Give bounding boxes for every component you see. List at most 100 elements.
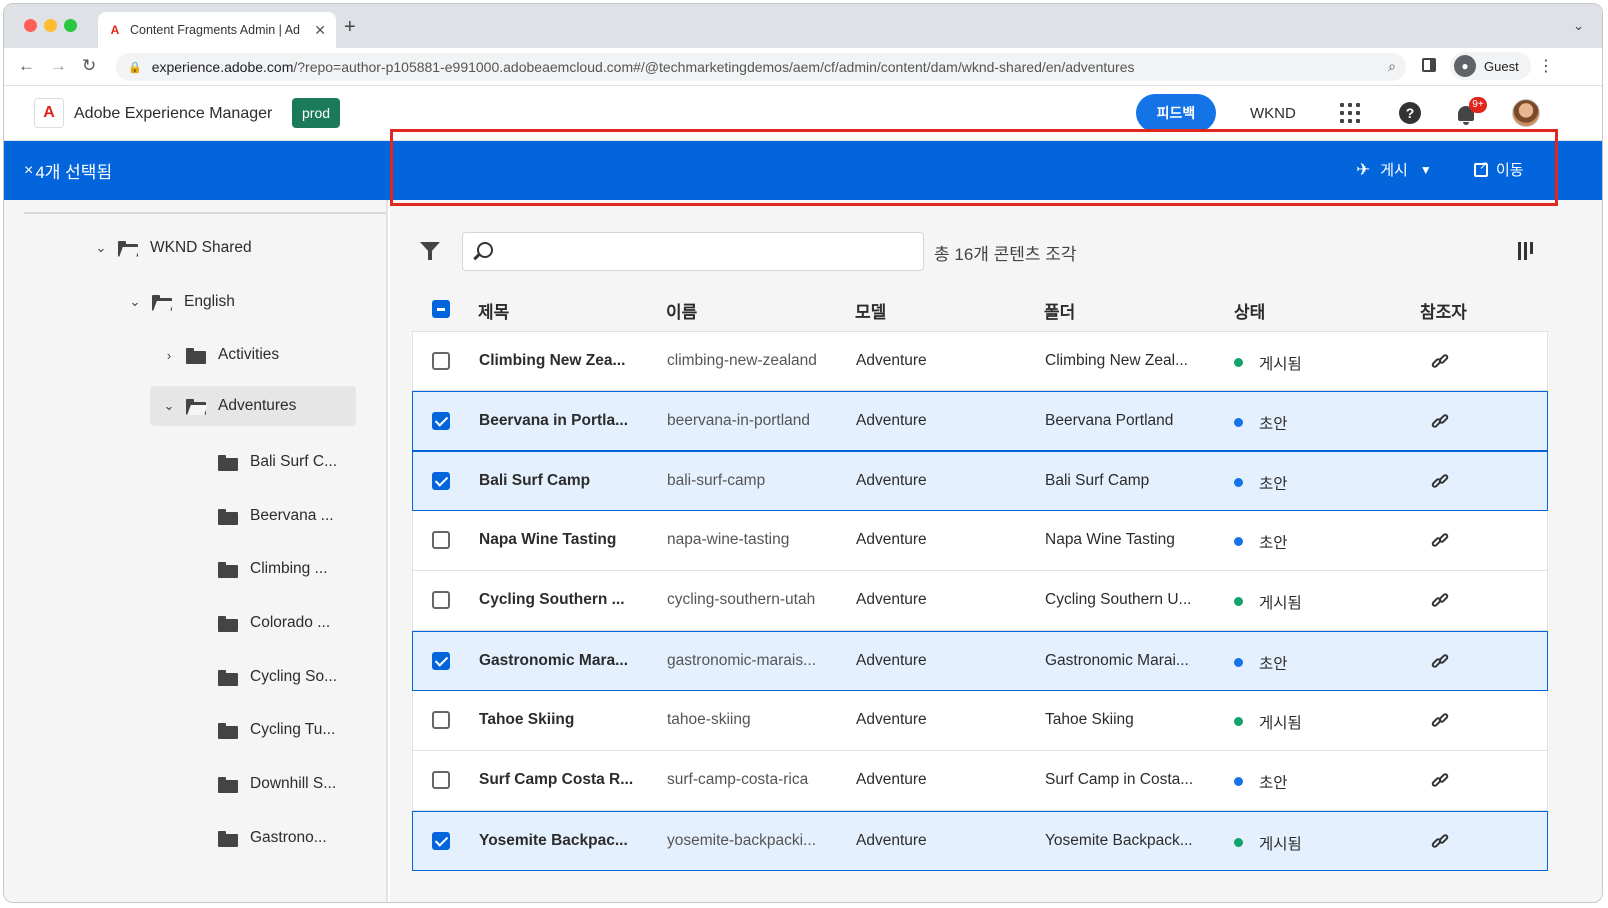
tree-item-gastronomic[interactable]: Gastrono... [218,818,327,858]
tree-item-wknd-shared[interactable]: ⌄ WKND Shared [92,228,252,268]
folder-icon [218,669,238,686]
back-arrow-icon[interactable]: ← [18,56,35,76]
publish-button[interactable]: ✈ 게시 ▼ [1356,159,1432,180]
product-name[interactable]: Adobe Experience Manager [74,105,272,123]
row-checkbox[interactable] [432,591,450,609]
references-link-icon[interactable] [1430,472,1451,492]
filter-icon[interactable] [420,240,442,262]
tab-close-icon[interactable]: ✕ [314,22,326,39]
references-link-icon[interactable] [1430,591,1451,611]
table-row[interactable]: Surf Camp Costa R... surf-camp-costa-rica… [412,751,1548,811]
new-tab-button[interactable]: + [344,16,356,39]
column-settings-icon[interactable] [1518,242,1540,262]
org-switcher[interactable]: WKND [1250,105,1296,122]
cell-folder: Cycling Southern U... [1045,591,1192,608]
selection-action-bar: × 4개 선택됨 ✈ 게시 ▼ 이동 [4,141,1602,200]
clear-selection-icon[interactable]: × [24,162,33,180]
cell-status: 초안 [1259,535,1288,552]
chevron-down-icon[interactable]: ⌄ [160,398,178,414]
cell-title[interactable]: Gastronomic Mara... [479,652,628,670]
tree-item-adventures[interactable]: ⌄ Adventures [150,386,356,426]
cell-folder: Bali Surf Camp [1045,472,1150,489]
maximize-window-button[interactable] [64,19,77,32]
column-header-name[interactable]: 이름 [666,298,697,323]
references-link-icon[interactable] [1430,531,1451,551]
column-header-status[interactable]: 상태 [1234,298,1265,323]
cell-title[interactable]: Napa Wine Tasting [479,531,616,549]
apps-grid-icon[interactable] [1340,103,1360,123]
cell-title[interactable]: Beervana in Portla... [479,412,628,430]
tree-item-bali-surf[interactable]: Bali Surf C... [218,442,337,482]
references-link-icon[interactable] [1430,832,1451,852]
move-button[interactable]: 이동 [1474,159,1524,180]
table-row[interactable]: Bali Surf Camp bali-surf-camp Adventure Bal… [412,451,1548,511]
row-checkbox[interactable] [432,472,450,490]
cell-status: 초안 [1259,416,1288,433]
cell-title[interactable]: Climbing New Zea... [479,352,625,370]
row-checkbox[interactable] [432,652,450,670]
table-row[interactable]: Yosemite Backpac... yosemite-backpacki...… [412,811,1548,871]
adobe-logo-icon[interactable]: A [34,98,64,128]
tree-item-climbing[interactable]: Climbing ... [218,549,328,589]
search-field[interactable] [462,232,924,271]
chevron-down-icon[interactable]: ⌄ [126,294,144,310]
tree-item-colorado[interactable]: Colorado ... [218,603,330,643]
cell-folder: Napa Wine Tasting [1045,531,1175,548]
browser-tab[interactable]: A Content Fragments Admin | Ad ✕ [98,12,336,48]
references-link-icon[interactable] [1430,711,1451,731]
column-header-folder[interactable]: 폴더 [1044,298,1075,323]
cell-title[interactable]: Tahoe Skiing [479,711,574,729]
references-link-icon[interactable] [1430,652,1451,672]
tree-item-cycling-southern[interactable]: Cycling So... [218,657,337,697]
tree-item-english[interactable]: ⌄ English [126,282,235,322]
reload-icon[interactable]: ↻ [82,56,96,76]
row-checkbox[interactable] [432,771,450,789]
row-checkbox[interactable] [432,352,450,370]
user-avatar[interactable] [1512,99,1540,127]
tree-item-label: Gastrono... [250,829,327,846]
cell-title[interactable]: Surf Camp Costa R... [479,771,633,789]
column-header-references[interactable]: 참조자 [1420,298,1467,323]
row-checkbox[interactable] [432,832,450,850]
references-link-icon[interactable] [1430,352,1451,372]
tab-search-chevron-icon[interactable]: ⌄ [1573,18,1584,34]
aem-header: A Adobe Experience Manager prod 피드백 WKND… [4,86,1602,141]
cell-name: tahoe-skiing [667,711,751,728]
table-row[interactable]: Cycling Southern ... cycling-southern-uta… [412,571,1548,631]
references-link-icon[interactable] [1430,771,1451,791]
table-row[interactable]: Tahoe Skiing tahoe-skiing Adventure Tahoe S… [412,691,1548,751]
cell-title[interactable]: Yosemite Backpac... [479,832,628,850]
chevron-down-icon[interactable]: ⌄ [92,240,110,256]
select-all-checkbox[interactable] [432,300,450,318]
search-input[interactable] [507,233,917,270]
tree-item-downhill[interactable]: Downhill S... [218,764,336,804]
cell-title[interactable]: Bali Surf Camp [479,472,590,490]
chevron-right-icon[interactable]: › [160,348,178,363]
tree-item-activities[interactable]: › Activities [160,335,279,375]
column-header-title[interactable]: 제목 [478,298,509,323]
table-row[interactable]: Climbing New Zea... climbing-new-zealand A… [412,331,1548,391]
cell-model: Adventure [856,591,927,608]
table-row[interactable]: Gastronomic Mara... gastronomic-marais...… [412,631,1548,691]
zoom-icon[interactable]: ⌕ [1388,58,1396,75]
references-link-icon[interactable] [1430,412,1451,432]
tree-item-cycling-tuscany[interactable]: Cycling Tu... [218,710,335,750]
row-checkbox[interactable] [432,412,450,430]
side-panel-icon[interactable] [1422,58,1436,72]
browser-menu-icon[interactable]: ⋮ [1538,56,1554,76]
close-window-button[interactable] [24,19,37,32]
minimize-window-button[interactable] [44,19,57,32]
table-row[interactable]: Napa Wine Tasting napa-wine-tasting Advent… [412,511,1548,571]
profile-button[interactable]: ● Guest [1450,52,1531,80]
tree-item-beervana[interactable]: Beervana ... [218,496,334,536]
row-checkbox[interactable] [432,531,450,549]
help-icon[interactable]: ? [1399,102,1421,124]
feedback-button[interactable]: 피드백 [1136,94,1216,132]
url-field[interactable]: 🔒 experience.adobe.com/?repo=author-p105… [116,53,1406,81]
cell-model: Adventure [856,771,927,788]
column-header-model[interactable]: 모델 [855,298,886,323]
table-row[interactable]: Beervana in Portla... beervana-in-portlan… [412,391,1548,451]
cell-title[interactable]: Cycling Southern ... [479,591,625,609]
forward-arrow-icon[interactable]: → [50,56,67,76]
row-checkbox[interactable] [432,711,450,729]
